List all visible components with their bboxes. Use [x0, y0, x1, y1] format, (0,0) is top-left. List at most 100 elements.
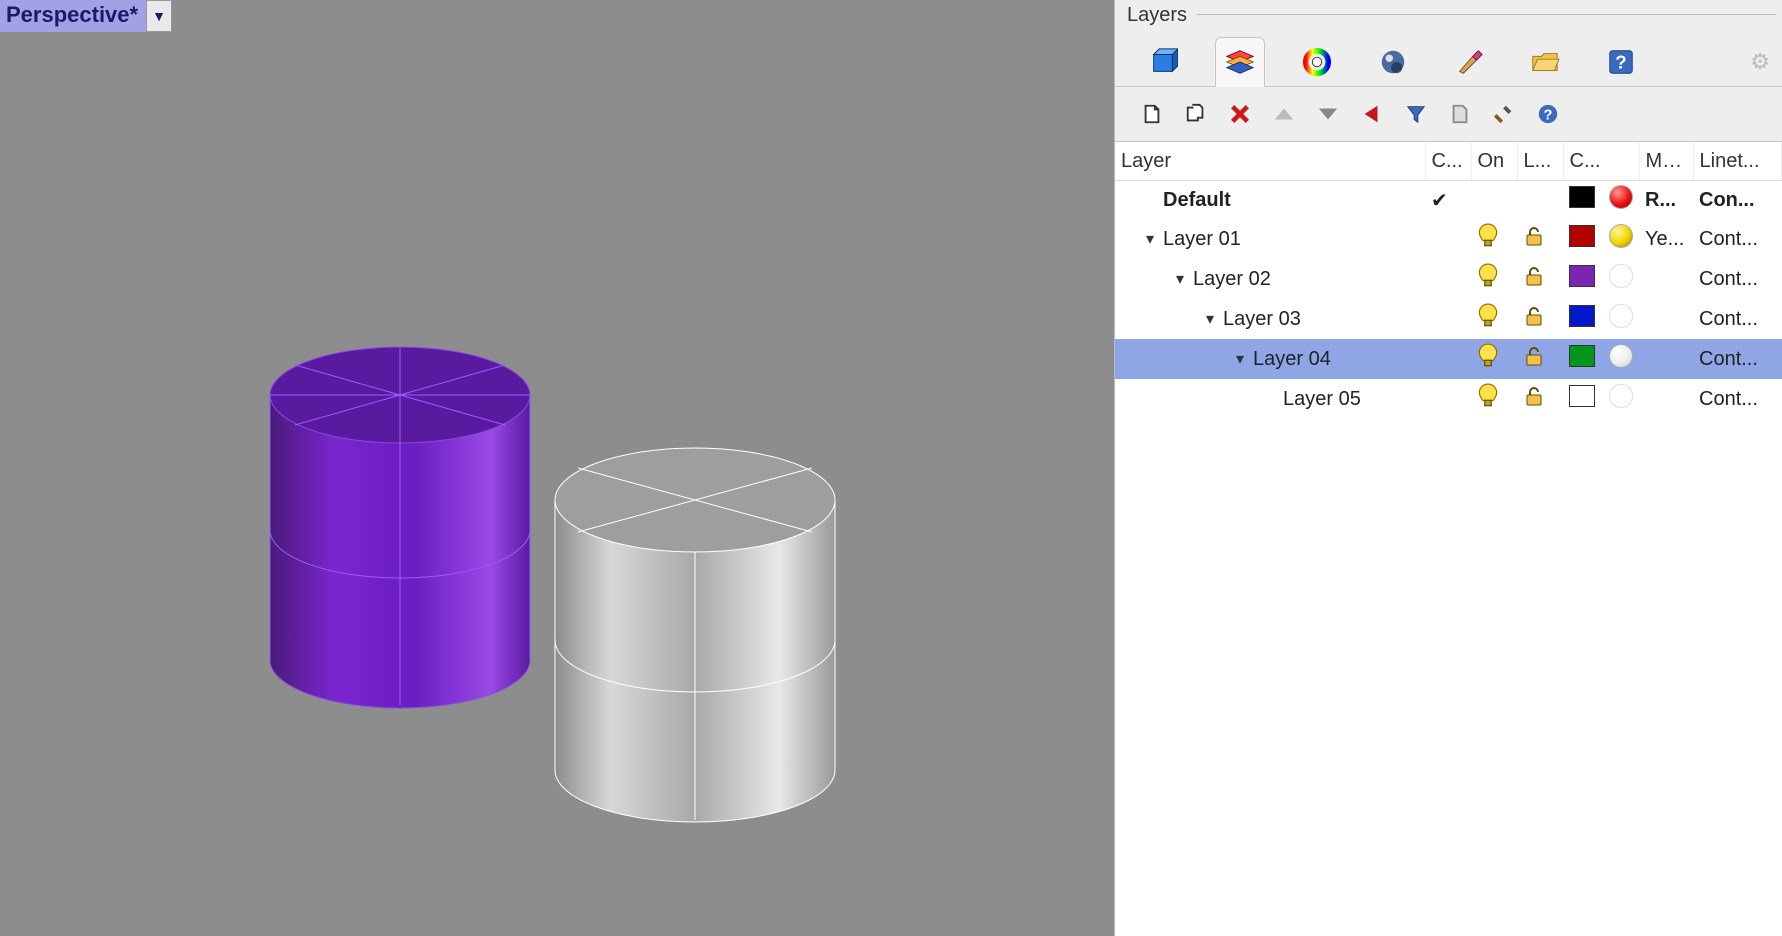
move-left-icon[interactable] — [1355, 97, 1389, 131]
material-swatch[interactable] — [1603, 379, 1639, 419]
lock-icon — [1523, 270, 1545, 292]
current-cell[interactable]: ✔ — [1425, 181, 1471, 220]
bulb-icon — [1477, 392, 1499, 414]
expand-toggle[interactable]: ▾ — [1201, 309, 1219, 329]
lock-cell[interactable] — [1517, 339, 1563, 379]
new-layer-icon[interactable] — [1135, 97, 1169, 131]
visibility-cell[interactable] — [1471, 379, 1517, 419]
current-cell[interactable] — [1425, 259, 1471, 299]
tab-brush-icon[interactable] — [1445, 38, 1493, 86]
linetype-cell[interactable]: Cont... — [1693, 219, 1782, 259]
col-on[interactable]: On — [1471, 142, 1517, 181]
layer-name[interactable]: Layer 03 — [1223, 308, 1301, 331]
layer-row[interactable]: ▾Layer 03 Cont... — [1115, 299, 1782, 339]
material-cell[interactable] — [1639, 339, 1693, 379]
layer-row[interactable]: Default ✔ R...Con... — [1115, 181, 1782, 220]
col-layer[interactable]: Layer — [1115, 142, 1425, 181]
visibility-cell[interactable] — [1471, 219, 1517, 259]
expand-toggle[interactable]: ▾ — [1171, 269, 1189, 289]
tab-color-wheel-icon[interactable] — [1293, 38, 1341, 86]
layer-row[interactable]: ▾Layer 01 Ye...Cont... — [1115, 219, 1782, 259]
hammer-icon[interactable] — [1487, 97, 1521, 131]
layer-row[interactable]: Layer 05 Cont... — [1115, 379, 1782, 419]
col-current[interactable]: C... — [1425, 142, 1471, 181]
linetype-cell[interactable]: Con... — [1693, 181, 1782, 220]
visibility-cell[interactable] — [1471, 339, 1517, 379]
color-swatch[interactable] — [1563, 339, 1603, 379]
layer-name[interactable]: Layer 05 — [1283, 388, 1361, 411]
current-cell[interactable] — [1425, 379, 1471, 419]
material-cell[interactable] — [1639, 259, 1693, 299]
material-swatch[interactable] — [1603, 259, 1639, 299]
layer-table: Layer C... On L... C... Mate... Linet...… — [1115, 142, 1782, 419]
material-swatch[interactable] — [1603, 219, 1639, 259]
material-swatch[interactable] — [1603, 181, 1639, 220]
layer-name[interactable]: Layer 02 — [1193, 268, 1271, 291]
move-up-icon[interactable] — [1267, 97, 1301, 131]
viewport[interactable]: Perspective* ▼ — [0, 0, 1114, 936]
layer-row[interactable]: ▾Layer 04 Cont... — [1115, 339, 1782, 379]
material-cell[interactable]: Ye... — [1639, 219, 1693, 259]
lock-icon — [1523, 350, 1545, 372]
expand-toggle[interactable]: ▾ — [1141, 229, 1159, 249]
layer-name[interactable]: Layer 04 — [1253, 348, 1331, 371]
linetype-cell[interactable]: Cont... — [1693, 339, 1782, 379]
color-swatch[interactable] — [1563, 181, 1603, 220]
material-cell[interactable] — [1639, 299, 1693, 339]
layer-name[interactable]: Default — [1163, 189, 1231, 212]
current-cell[interactable] — [1425, 219, 1471, 259]
tab-help-icon[interactable]: ? — [1597, 38, 1645, 86]
lock-icon — [1523, 310, 1545, 332]
bulb-icon — [1477, 232, 1499, 254]
tab-folder-icon[interactable] — [1521, 38, 1569, 86]
lock-icon — [1523, 230, 1545, 252]
col-lock[interactable]: L... — [1517, 142, 1563, 181]
linetype-cell[interactable]: Cont... — [1693, 259, 1782, 299]
tab-layers-icon[interactable] — [1215, 37, 1265, 87]
material-cell[interactable] — [1639, 379, 1693, 419]
linetype-cell[interactable]: Cont... — [1693, 299, 1782, 339]
current-cell[interactable] — [1425, 339, 1471, 379]
panel-title: Layers — [1115, 2, 1197, 27]
page-icon[interactable] — [1443, 97, 1477, 131]
layers-panel: Layers — [1114, 0, 1782, 936]
color-swatch[interactable] — [1563, 299, 1603, 339]
visibility-cell[interactable] — [1471, 259, 1517, 299]
filter-icon[interactable] — [1399, 97, 1433, 131]
move-down-icon[interactable] — [1311, 97, 1345, 131]
copy-layer-icon[interactable] — [1179, 97, 1213, 131]
panel-tabs: ? ⚙ — [1115, 27, 1782, 87]
color-swatch[interactable] — [1563, 219, 1603, 259]
visibility-cell[interactable] — [1471, 181, 1517, 220]
lock-cell[interactable] — [1517, 379, 1563, 419]
expand-toggle[interactable]: ▾ — [1231, 349, 1249, 369]
tab-box-icon[interactable] — [1139, 38, 1187, 86]
table-header-row: Layer C... On L... C... Mate... Linet... — [1115, 142, 1782, 181]
color-swatch[interactable] — [1563, 259, 1603, 299]
material-swatch[interactable] — [1603, 299, 1639, 339]
material-cell[interactable]: R... — [1639, 181, 1693, 220]
lock-cell[interactable] — [1517, 181, 1563, 220]
layer-toolbar: ? — [1115, 87, 1782, 142]
col-linetype[interactable]: Linet... — [1693, 142, 1782, 181]
layer-row[interactable]: ▾Layer 02 Cont... — [1115, 259, 1782, 299]
material-swatch[interactable] — [1603, 339, 1639, 379]
svg-text:?: ? — [1615, 51, 1626, 72]
layer-name[interactable]: Layer 01 — [1163, 228, 1241, 251]
linetype-cell[interactable]: Cont... — [1693, 379, 1782, 419]
bulb-icon — [1477, 352, 1499, 374]
lock-cell[interactable] — [1517, 299, 1563, 339]
tab-material-icon[interactable] — [1369, 38, 1417, 86]
visibility-cell[interactable] — [1471, 299, 1517, 339]
lock-cell[interactable] — [1517, 259, 1563, 299]
lock-cell[interactable] — [1517, 219, 1563, 259]
svg-text:?: ? — [1544, 108, 1553, 124]
panel-settings-gear-icon[interactable]: ⚙ — [1750, 49, 1770, 75]
check-icon: ✔ — [1431, 190, 1448, 212]
color-swatch[interactable] — [1563, 379, 1603, 419]
delete-layer-icon[interactable] — [1223, 97, 1257, 131]
col-color[interactable]: C... — [1563, 142, 1639, 181]
current-cell[interactable] — [1425, 299, 1471, 339]
toolbar-help-icon[interactable]: ? — [1531, 97, 1565, 131]
col-material[interactable]: Mate... — [1639, 142, 1693, 181]
